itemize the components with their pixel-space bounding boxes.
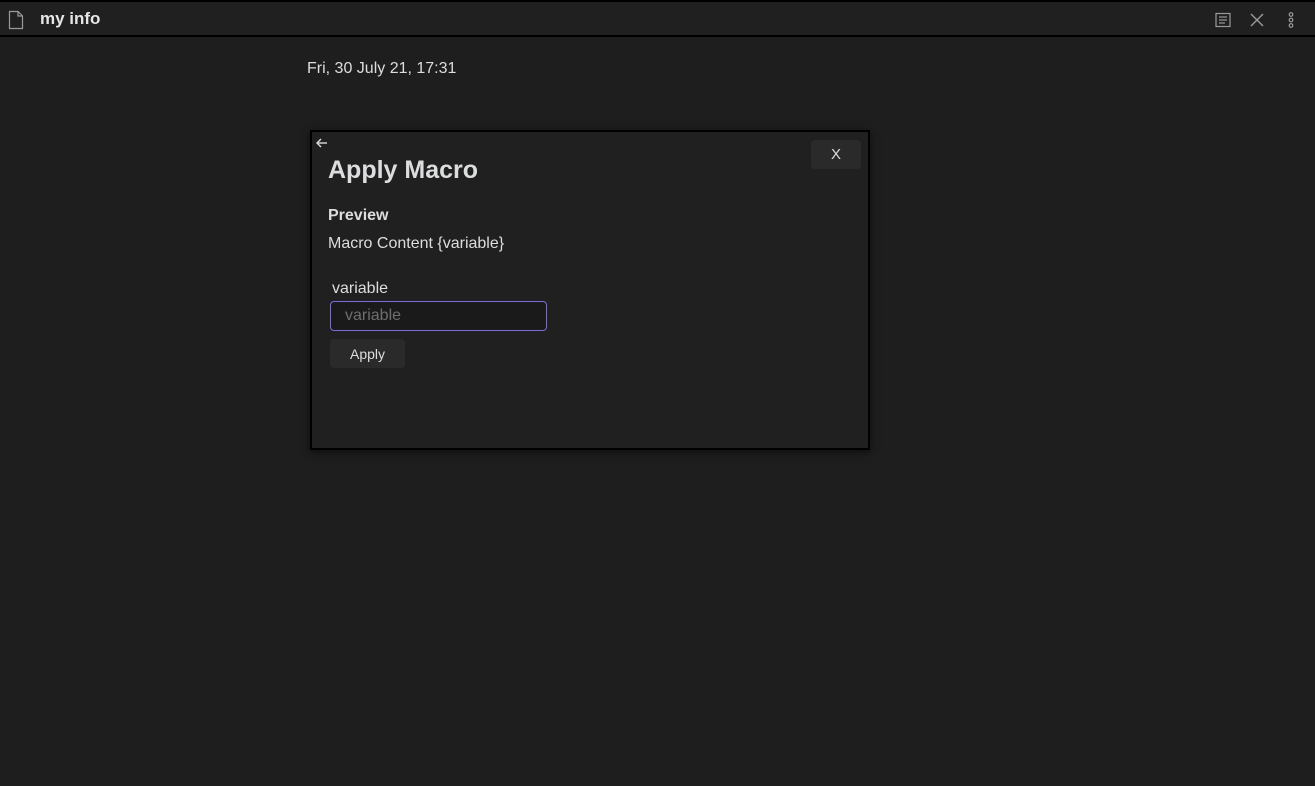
- apply-button[interactable]: Apply: [330, 339, 405, 368]
- app-window: my info Fri, 30 July 21, 17:31 X Apply M…: [0, 0, 1315, 786]
- close-pane-icon[interactable]: [1249, 12, 1265, 28]
- reading-view-icon[interactable]: [1215, 12, 1231, 28]
- note-timestamp: Fri, 30 July 21, 17:31: [307, 60, 457, 77]
- close-modal-button[interactable]: X: [811, 140, 861, 169]
- pane-title: my info: [40, 9, 101, 28]
- pane-header: my info: [0, 0, 1315, 37]
- modal-title: Apply Macro: [328, 156, 479, 184]
- variable-field-label: variable: [332, 280, 389, 297]
- variable-input[interactable]: [330, 301, 547, 331]
- file-icon: [8, 10, 24, 30]
- apply-macro-modal: X Apply Macro Preview Macro Content {var…: [310, 130, 870, 450]
- back-arrow-icon[interactable]: [315, 136, 329, 150]
- preview-heading: Preview: [328, 207, 389, 224]
- preview-content: Macro Content {variable}: [328, 235, 505, 252]
- more-options-icon[interactable]: [1283, 12, 1299, 28]
